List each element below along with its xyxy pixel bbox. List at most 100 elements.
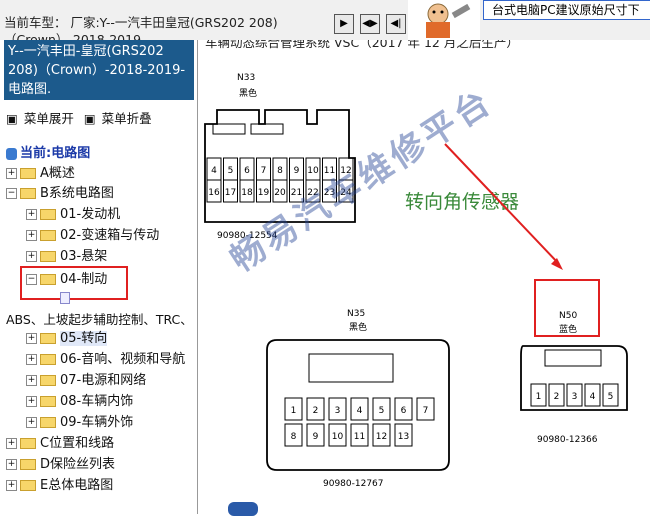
pin-number: 7 [261,166,267,176]
menu-expand-icon[interactable]: ▣ [6,111,18,126]
folder-icon [40,209,56,220]
current-vehicle-label: 当前车型： 厂家:Y--一汽丰田皇冠(GRS202 208) （Crown）-2… [4,12,278,47]
tree-item-suspension[interactable]: +03-悬架 [26,247,107,267]
folder-icon [40,375,56,386]
n50-color: 蓝色 [559,323,577,335]
pin-number: 5 [379,406,385,416]
pin-number: 6 [244,166,250,176]
pin-number: 8 [291,432,297,442]
pin-number: 11 [354,432,365,442]
tree-item-audio[interactable]: +06-音响、视频和导航 [26,350,185,370]
expand-plus-icon[interactable]: + [26,230,37,241]
document-icon [60,292,70,304]
database-icon [6,147,17,160]
tree-item-c-location[interactable]: + C位置和线路 [6,434,114,454]
tree-item-d-fuse[interactable]: + D保险丝列表 [6,455,115,475]
pin-number: 10 [307,166,319,176]
pin-number: 8 [277,166,283,176]
tree-item-power[interactable]: +07-电源和网络 [26,371,146,391]
pin-number: 19 [258,188,270,198]
pin-number: 4 [211,166,217,176]
tree-item-exterior[interactable]: +09-车辆外饰 [26,413,133,433]
folder-icon [20,459,36,470]
pin-number: 6 [401,406,407,416]
top-bar: 当前车型： 厂家:Y--一汽丰田皇冠(GRS202 208) （Crown）-2… [0,0,650,47]
n35-part-number: 90980-12767 [323,479,384,489]
pin-number: 16 [208,188,220,198]
folder-icon [40,333,56,344]
left-panel: Y--一汽丰田-皇冠(GRS202 208)（Crown）-2018-2019-… [0,40,198,514]
pin-number: 7 [423,406,429,416]
pin-number: 9 [294,166,300,176]
nav-expand-button[interactable]: ◀▶ [360,14,380,34]
folder-icon [40,251,56,262]
current-vehicle-text: 当前车型： 厂家:Y--一汽丰田皇冠(GRS202 208) [4,15,278,30]
expand-plus-icon[interactable]: + [26,354,37,365]
menu-collapse-icon[interactable]: ▣ [84,111,96,126]
folder-icon [40,417,56,428]
pin-number: 1 [291,406,297,416]
connector-n50: 1 2 3 4 5 [520,345,628,411]
n50-part-number: 90980-12366 [537,435,598,445]
pin-number: 12 [376,432,387,442]
vehicle-header: Y--一汽丰田-皇冠(GRS202 208)（Crown）-2018-2019-… [4,40,194,100]
pin-number: 3 [335,406,341,416]
menu-collapse-button[interactable]: 菜单折叠 [102,111,152,126]
n33-name: N33 [237,73,255,83]
pin-number: 5 [608,392,614,402]
expand-plus-icon[interactable]: + [6,168,17,179]
ad-banner[interactable]: 台式电脑PC建议原始尺寸下 [483,0,650,20]
pin-number: 18 [241,188,253,198]
folder-icon [40,396,56,407]
tree-item-interior[interactable]: +08-车辆内饰 [26,392,133,412]
tree-item-e-overall[interactable]: + E总体电路图 [6,476,113,496]
pointer-arrow-head [551,258,563,270]
n35-color: 黑色 [349,321,367,333]
pin-number: 17 [225,188,236,198]
connector-n35: 1 2 3 4 5 6 78 9 10 11 12 13 [266,339,450,471]
tree-item-steering[interactable]: +05-转向 [26,329,108,349]
expand-plus-icon[interactable]: + [26,375,37,386]
expand-plus-icon[interactable]: + [6,459,17,470]
pin-number: 13 [398,432,409,442]
expand-plus-icon[interactable]: + [26,251,37,262]
pin-number: 2 [313,406,319,416]
pin-number: 4 [357,406,363,416]
tree-item-engine[interactable]: +01-发动机 [26,205,120,225]
sensor-label: 转向角传感器 [405,191,519,213]
pin-number: 5 [228,166,234,176]
n35-name: N35 [347,309,365,319]
tree-item-transmission[interactable]: +02-变速箱与传动 [26,226,159,246]
nav-next-button[interactable]: ▶ [334,14,354,34]
n33-color: 黑色 [239,87,257,99]
pin-number: 10 [332,432,344,442]
nav-first-button[interactable]: ◀| [386,14,406,34]
folder-icon [20,480,36,491]
tree-item-b-system[interactable]: − B系统电路图 [6,184,114,204]
expand-plus-icon[interactable]: + [26,396,37,407]
brake-highlight-box [20,266,128,300]
folder-icon [20,168,36,179]
pin-number: 1 [536,392,542,402]
expand-plus-icon[interactable]: + [26,209,37,220]
folder-icon [20,438,36,449]
menu-operations: ▣ 菜单展开 ▣ 菜单折叠 [6,108,158,127]
folder-open-icon [20,188,36,199]
menu-expand-button[interactable]: 菜单展开 [24,111,74,126]
tree-item-a-overview[interactable]: + A概述 [6,164,75,184]
diagram-area: 车辆动态综合管理系统 VSC（2017 年 12 月之后生产） N33 黑色 4… [199,40,650,514]
tree-item-abs[interactable]: ABS、上坡起步辅助控制、TRC、 [6,310,193,330]
mascot-icon [408,0,480,40]
pin-number: 9 [313,432,319,442]
folder-icon [40,230,56,241]
n50-name: N50 [559,311,577,321]
collapse-minus-icon[interactable]: − [6,188,17,199]
expand-plus-icon[interactable]: + [6,480,17,491]
folder-icon [40,354,56,365]
expand-plus-icon[interactable]: + [6,438,17,449]
expand-plus-icon[interactable]: + [26,333,37,344]
pin-number: 2 [554,392,560,402]
tree-root[interactable]: 当前:电路图 [6,144,90,164]
pin-number: 3 [572,392,578,402]
expand-plus-icon[interactable]: + [26,417,37,428]
